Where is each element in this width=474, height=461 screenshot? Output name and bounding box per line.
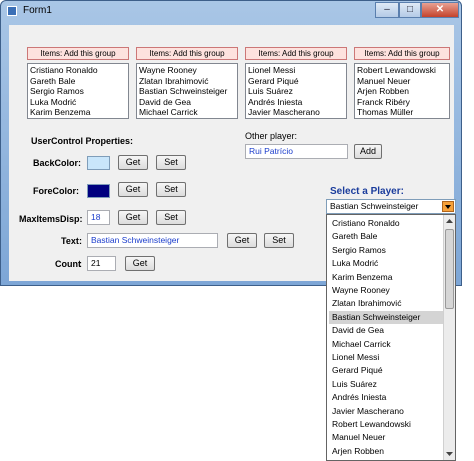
backcolor-swatch[interactable] [87,156,110,170]
text-get-button[interactable]: Get [227,233,257,248]
list-item[interactable]: Gerard Piqué [248,76,344,87]
list-item[interactable]: Andrés Iniesta [248,97,344,108]
maxitems-label: MaxItemsDisp: [19,214,83,224]
dropdown-option[interactable]: Manuel Neuer [329,431,443,444]
group-3-listbox[interactable]: Lionel Messi Gerard Piqué Luis Suárez An… [245,63,347,119]
other-player-label: Other player: [245,131,298,141]
maxitems-get-button[interactable]: Get [118,210,148,225]
close-button[interactable]: ✕ [421,2,459,18]
minimize-button[interactable]: – [375,2,399,18]
list-item[interactable]: David de Gea [139,97,235,108]
list-item[interactable]: Manuel Neuer [357,76,447,87]
list-item[interactable]: Luka Modrić [30,97,126,108]
text-set-button[interactable]: Set [264,233,294,248]
dropdown-option[interactable]: Karim Benzema [329,271,443,284]
scroll-down-icon[interactable] [445,449,454,458]
dropdown-scrollbar[interactable] [443,215,455,460]
list-item[interactable]: Franck Ribéry [357,97,447,108]
list-item[interactable]: Arjen Robben [357,86,447,97]
dropdown-option[interactable]: Bastian Schweinsteiger [329,310,443,324]
add-group-4-button[interactable]: Items: Add this group [354,47,450,60]
maxitems-set-button[interactable]: Set [156,210,186,225]
group-2-listbox[interactable]: Wayne Rooney Zlatan Ibrahimović Bastian … [136,63,238,119]
title-bar[interactable]: Form1 – □ ✕ [1,1,461,21]
forecolor-swatch[interactable] [87,184,110,198]
backcolor-set-button[interactable]: Set [156,155,186,170]
add-button[interactable]: Add [354,144,382,159]
list-item[interactable]: Zlatan Ibrahimović [139,76,235,87]
dropdown-option[interactable]: Luis Suárez [329,378,443,391]
forecolor-set-button[interactable]: Set [156,182,186,197]
list-item[interactable]: Gareth Bale [30,76,126,87]
dropdown-option[interactable]: Arjen Robben [329,445,443,458]
list-item[interactable]: Cristiano Ronaldo [30,65,126,76]
list-item[interactable]: Javier Mascherano [248,107,344,118]
chevron-down-icon[interactable] [442,201,454,212]
forecolor-get-button[interactable]: Get [118,182,148,197]
list-item[interactable]: Wayne Rooney [139,65,235,76]
dropdown-option[interactable]: Gareth Bale [329,230,443,243]
dropdown-option[interactable]: David de Gea [329,324,443,337]
dropdown-option[interactable]: Luka Modrić [329,257,443,270]
scroll-thumb[interactable] [445,229,454,309]
scroll-up-icon[interactable] [445,217,454,226]
text-label-colon: : [79,236,82,246]
count-label-colon: : [79,259,82,269]
player-combobox[interactable]: Bastian Schweinsteiger [326,199,456,214]
dropdown-option[interactable]: Sergio Ramos [329,244,443,257]
dropdown-option[interactable]: Andrés Iniesta [329,391,443,404]
text-input[interactable]: Bastian Schweinsteiger [87,233,218,248]
group-4-listbox[interactable]: Robert Lewandowski Manuel Neuer Arjen Ro… [354,63,450,119]
properties-title: UserControl Properties: [31,136,134,146]
dropdown-option[interactable]: Robert Lewandowski [329,418,443,431]
add-group-2-button[interactable]: Items: Add this group [136,47,238,60]
text-label: Text [61,236,79,246]
list-item[interactable]: Luis Suárez [248,86,344,97]
other-player-input[interactable]: Rui Patrício [245,144,348,159]
combo-value: Bastian Schweinsteiger [330,201,419,211]
dropdown-option[interactable]: Michael Carrick [329,338,443,351]
player-dropdown-list[interactable]: Cristiano Ronaldo Gareth Bale Sergio Ramos… [326,214,456,461]
add-group-3-button[interactable]: Items: Add this group [245,47,347,60]
add-group-1-button[interactable]: Items: Add this group [27,47,129,60]
backcolor-label: BackColor: [33,158,82,168]
dropdown-option[interactable]: Zlatan Ibrahimović [329,297,443,310]
window-title: Form1 [23,5,52,16]
list-item[interactable]: Thomas Müller [357,107,447,118]
backcolor-get-button[interactable]: Get [118,155,148,170]
dropdown-option[interactable]: Gerard Piqué [329,364,443,377]
dropdown-option[interactable]: Lionel Messi [329,351,443,364]
list-item[interactable]: Robert Lewandowski [357,65,447,76]
dropdown-option[interactable]: Wayne Rooney [329,284,443,297]
count-input: 21 [87,256,116,271]
list-item[interactable]: Karim Benzema [30,107,126,118]
forecolor-label: ForeColor: [33,186,79,196]
dropdown-option[interactable]: Javier Mascherano [329,405,443,418]
maximize-button[interactable]: □ [399,2,421,18]
count-label: Count [55,259,81,269]
list-item[interactable]: Lionel Messi [248,65,344,76]
list-item[interactable]: Sergio Ramos [30,86,126,97]
list-item[interactable]: Michael Carrick [139,107,235,118]
count-get-button[interactable]: Get [125,256,155,271]
group-1-listbox[interactable]: Cristiano Ronaldo Gareth Bale Sergio Ram… [27,63,129,119]
select-player-label: Select a Player: [330,186,404,197]
dropdown-option[interactable]: Cristiano Ronaldo [329,217,443,230]
app-icon [7,6,17,16]
list-item[interactable]: Bastian Schweinsteiger [139,86,235,97]
maxitems-input[interactable]: 18 [87,210,110,225]
